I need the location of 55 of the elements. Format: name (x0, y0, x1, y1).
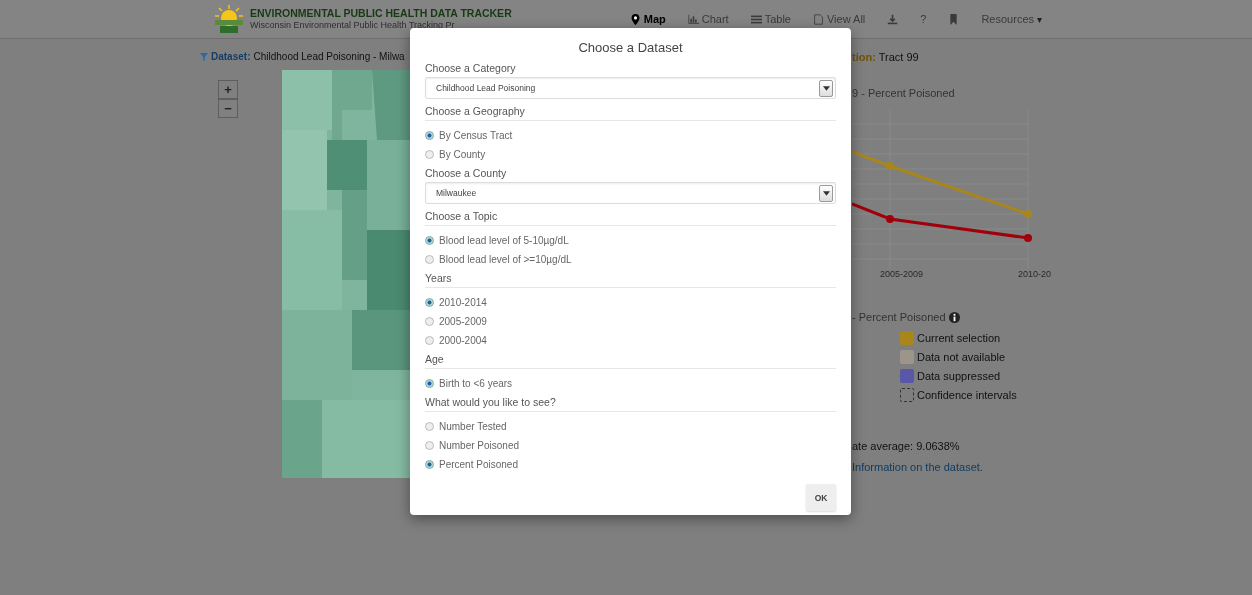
caret-icon (822, 85, 830, 91)
section-label: Years (425, 269, 836, 288)
radio-option[interactable]: Number Tested (425, 417, 836, 436)
map-pin-icon (629, 13, 641, 25)
dialog-title: Choose a Dataset (577, 40, 684, 55)
info-icon (948, 311, 960, 323)
radio-option[interactable]: Number Poisoned (425, 436, 836, 455)
legend-label: Data suppressed (917, 370, 1001, 382)
radio-option[interactable]: 2000-2004 (425, 331, 836, 350)
zoom-in-button[interactable]: + (218, 80, 238, 99)
axis-label: 2010-20 (1018, 269, 1052, 279)
section-label: Choose a County (425, 166, 508, 181)
chart-title: 9 - Percent Poisoned (852, 87, 956, 99)
legend-label: Data not available (917, 351, 1006, 363)
state-average: ate average: 9.0638% (852, 440, 961, 452)
legend-label: Current selection (917, 332, 1001, 344)
dropdown-field[interactable]: Milwaukee (425, 182, 836, 204)
caret-icon (822, 190, 830, 196)
section-label: Choose a Topic (425, 207, 836, 226)
legend-label: Confidence intervals (917, 389, 1017, 401)
download-icon (887, 13, 899, 25)
axis-label: 2005-2009 (880, 269, 924, 279)
sun-logo-icon (212, 4, 246, 34)
radio-option[interactable]: 2005-2009 (425, 312, 836, 331)
zoom-out-button[interactable]: − (218, 99, 238, 118)
bar-chart-icon (687, 13, 699, 25)
selection-line: tion: Tract 99 (852, 51, 920, 63)
section-label: Choose a Category (425, 61, 517, 76)
dropdown-field[interactable]: Childhood Lead Poisoning (425, 77, 836, 99)
nav-icon-link[interactable] (948, 13, 960, 25)
section-label: Age (425, 350, 836, 369)
radio-option[interactable]: 2010-2014 (425, 293, 836, 312)
chart-point (886, 215, 894, 223)
site-subtitle: Wisconsin Environmental Public Health Tracking Pr (250, 19, 456, 31)
legend-title: - Percent Poisoned (852, 311, 946, 323)
legend-swatch (900, 388, 914, 402)
section-label: What would you like to see? (425, 393, 836, 412)
radio-option[interactable]: Blood lead level of >=10µg/dL (425, 250, 836, 269)
chart-point (1024, 210, 1032, 218)
site-title: ENVIRONMENTAL PUBLIC HEALTH DATA TRACKER (250, 7, 512, 19)
radio-option[interactable]: By County (425, 145, 836, 164)
ok-button[interactable]: OK (806, 484, 836, 511)
nav-link[interactable]: Resources ▾ (981, 13, 1042, 25)
radio-option[interactable]: Birth to <6 years (425, 374, 836, 393)
radio-option[interactable]: By Census Tract (425, 126, 836, 145)
bookmark-icon (948, 13, 960, 25)
nav-link[interactable]: Map (629, 13, 666, 25)
radio-option[interactable]: Percent Poisoned (425, 455, 836, 474)
list-icon (750, 13, 762, 25)
nav-icon-link[interactable] (887, 13, 899, 25)
section-label: Choose a Geography (425, 102, 836, 121)
chart-point (1024, 234, 1032, 242)
document-icon (812, 13, 824, 25)
chart-point (886, 162, 894, 170)
radio-option[interactable]: Blood lead level of 5-10µg/dL (425, 231, 836, 250)
